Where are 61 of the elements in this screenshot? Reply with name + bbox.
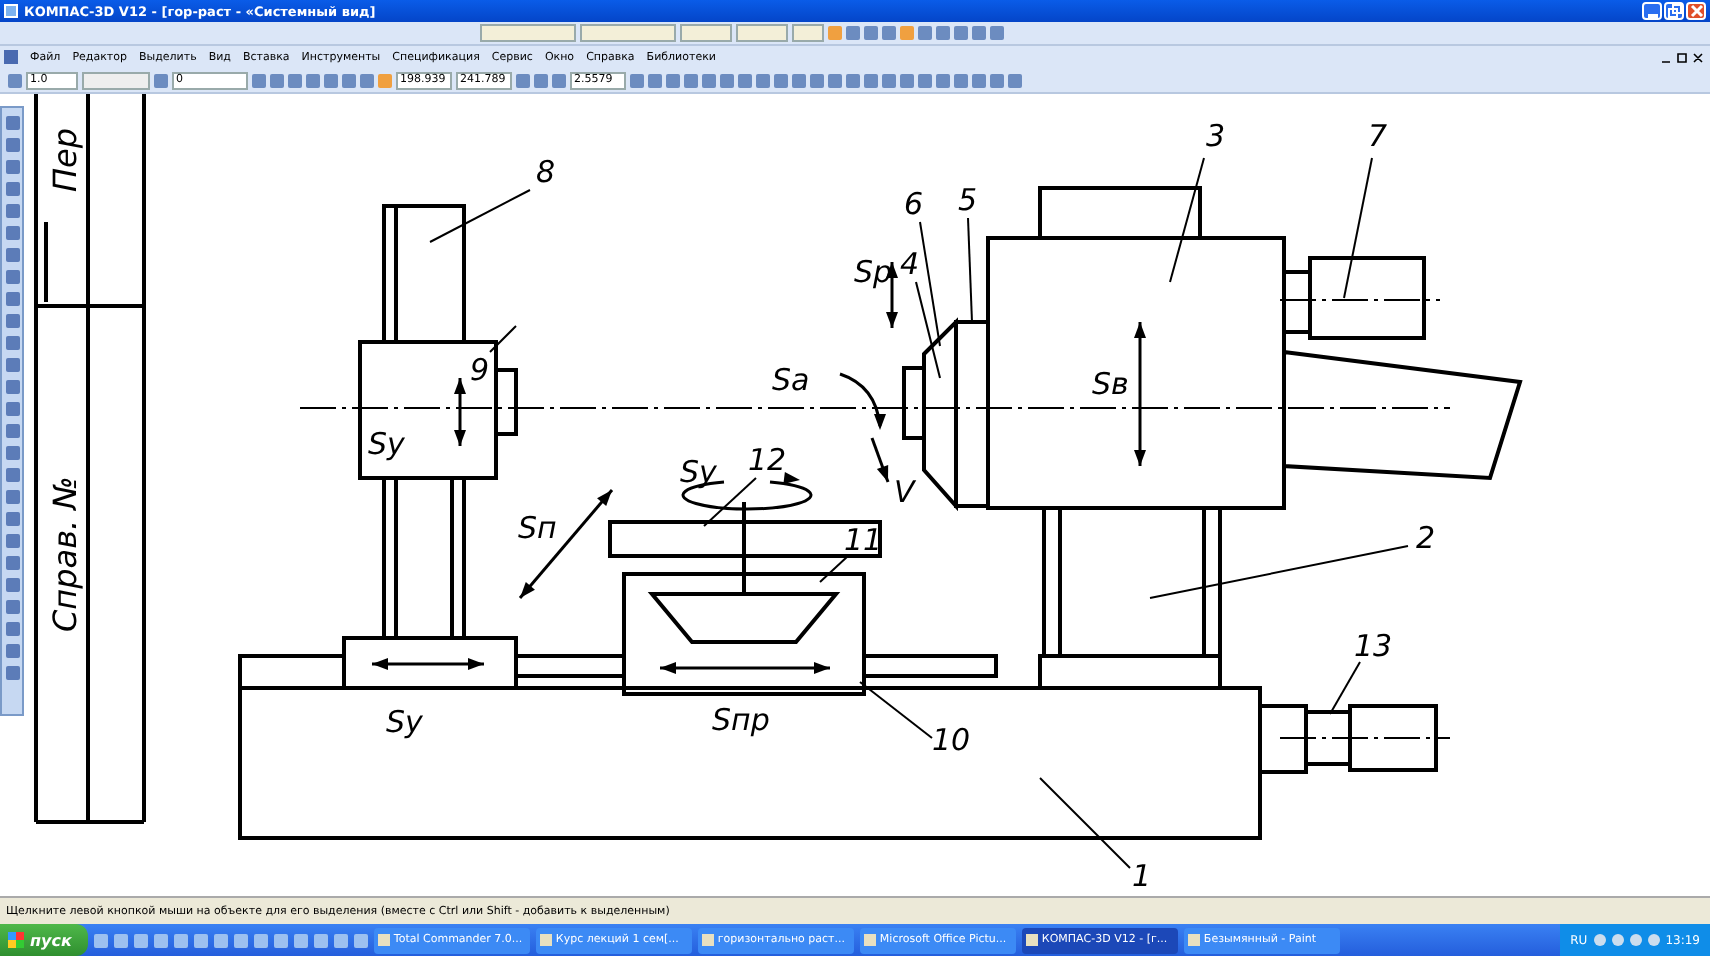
callout-number: 2: [1416, 520, 1436, 556]
motion-arrow: [454, 378, 466, 446]
motion-arrow: [886, 262, 898, 328]
app-icon: [1187, 934, 1200, 946]
frame-label: Пер: [46, 127, 84, 192]
callout-number: 8: [536, 154, 556, 190]
style-dropdown[interactable]: [480, 24, 576, 42]
leader-line: [489, 325, 517, 353]
windows-flag-icon: [8, 932, 24, 948]
leader-line: [819, 555, 849, 583]
callout-number: 3: [1206, 118, 1226, 154]
motion-label: Sпр: [712, 702, 770, 738]
callout-number: 9: [470, 352, 490, 388]
motion-arrow: [870, 437, 890, 483]
motion-label: Sy: [386, 704, 423, 740]
app-icon: [377, 934, 390, 946]
callout-number: 11: [844, 522, 883, 558]
leader-line: [1329, 661, 1361, 715]
callout-number: 6: [904, 186, 924, 222]
leader-line: [967, 217, 973, 323]
leader-line: [919, 221, 941, 347]
size-dropdown[interactable]: [680, 24, 732, 42]
motion-label: Sy: [680, 454, 717, 490]
leader-line: [1343, 157, 1373, 299]
frame-label: Справ. №: [46, 476, 84, 632]
restore-icon: [1667, 4, 1681, 18]
restore-button[interactable]: [1664, 2, 1684, 20]
callout-number: 13: [1354, 628, 1393, 664]
motion-arrow: [372, 658, 484, 670]
callout-number: 5: [958, 182, 978, 218]
height-dropdown[interactable]: [736, 24, 788, 42]
app-icon: [4, 4, 18, 18]
leader-line: [915, 281, 941, 379]
app-icon: [701, 934, 714, 946]
app-icon: [539, 934, 552, 946]
motion-arrow: [1134, 322, 1146, 466]
angle-dropdown[interactable]: [82, 71, 150, 89]
document-window-controls-icon[interactable]: [1660, 51, 1704, 63]
motion-label: Sв: [1092, 366, 1129, 402]
callout-number: 7: [1368, 118, 1388, 154]
callout-number: 10: [932, 722, 971, 758]
rotation-arrow: [839, 372, 886, 430]
leader-line: [1169, 157, 1205, 283]
leader-line: [859, 681, 933, 739]
motion-arrow: [518, 489, 614, 599]
close-button[interactable]: [1686, 2, 1706, 20]
motion-label: Sa: [772, 362, 810, 398]
motion-label: V: [894, 474, 915, 510]
width-field[interactable]: [792, 24, 824, 42]
minimize-button[interactable]: [1642, 2, 1662, 20]
leader-line: [1039, 777, 1131, 869]
motion-label: Sп: [518, 510, 557, 546]
callout-number: 4: [900, 246, 920, 282]
leader-line: [429, 189, 531, 243]
app-icon: [863, 934, 876, 946]
callout-number: 1: [1132, 858, 1152, 894]
app-icon: [1025, 934, 1038, 946]
font-dropdown[interactable]: [580, 24, 676, 42]
callout-number: 12: [748, 442, 787, 478]
motion-label: Sy: [368, 426, 405, 462]
close-icon: [1689, 4, 1703, 18]
